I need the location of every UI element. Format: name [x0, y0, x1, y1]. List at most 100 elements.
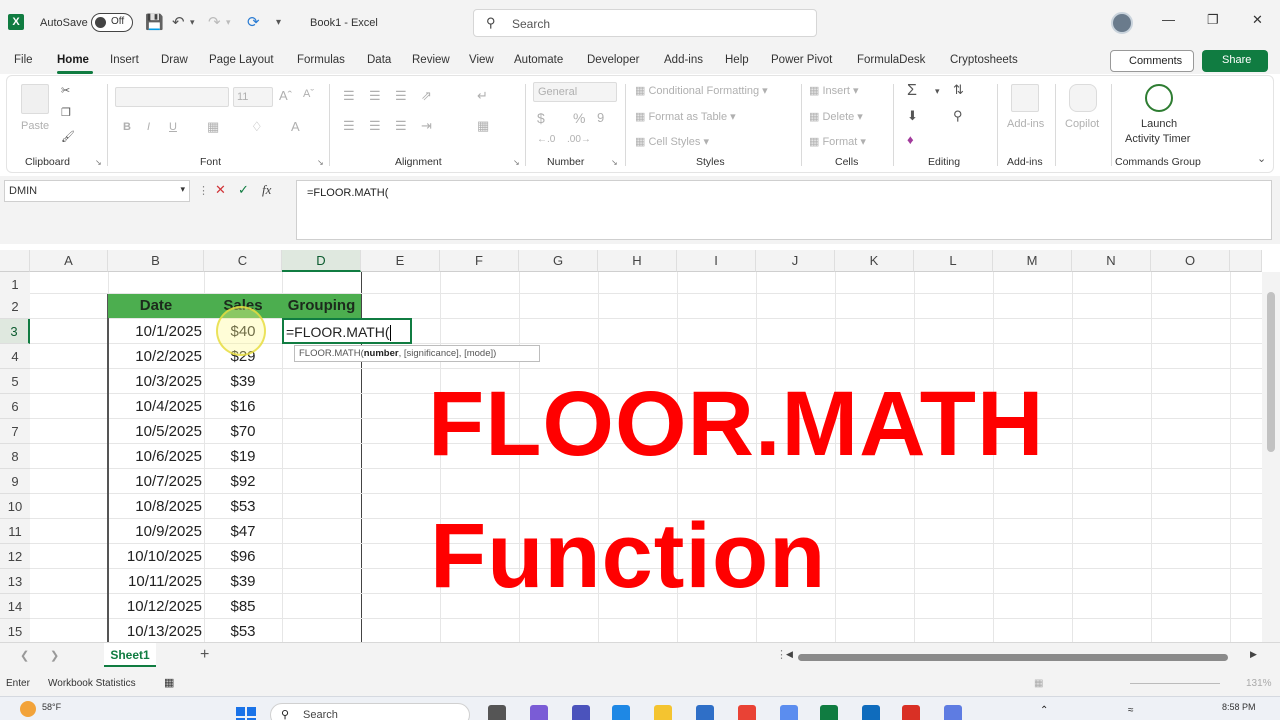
format-painter-icon[interactable]: 🖌 — [61, 130, 75, 143]
font-name-select[interactable] — [115, 87, 229, 107]
select-all-corner[interactable] — [0, 250, 30, 272]
sales-cell[interactable]: $70 — [204, 419, 282, 444]
photos-icon[interactable] — [780, 705, 798, 720]
vertical-scroll-thumb[interactable] — [1267, 292, 1275, 452]
italic-icon[interactable]: I — [147, 121, 150, 133]
tab-page-layout[interactable]: Page Layout — [209, 54, 274, 66]
row-header[interactable]: 5 — [0, 369, 30, 394]
tab-file[interactable]: File — [14, 54, 33, 66]
edge-icon[interactable] — [612, 705, 630, 720]
task-view-icon[interactable] — [488, 705, 506, 720]
align-bottom-icon[interactable]: ☰ — [395, 88, 407, 104]
tab-draw[interactable]: Draw — [161, 54, 188, 66]
column-header[interactable]: M — [993, 250, 1072, 272]
tab-formulas[interactable]: Formulas — [297, 54, 345, 66]
date-cell[interactable]: 10/6/2025 — [108, 444, 202, 469]
redo-dropdown-icon[interactable]: ▾ — [226, 17, 231, 28]
collapse-ribbon-icon[interactable]: ⌄ — [1257, 152, 1266, 165]
activity-timer-icon[interactable] — [1145, 84, 1173, 112]
tooltip-function-name[interactable]: FLOOR.MATH( — [299, 348, 364, 359]
row-header[interactable]: 8 — [0, 444, 30, 469]
column-header[interactable]: O — [1151, 250, 1230, 272]
tray-overflow-icon[interactable]: ⌃ — [1040, 705, 1048, 716]
scroll-tabs-right-icon[interactable]: ❯ — [50, 649, 59, 662]
autosave-toggle[interactable]: Off — [91, 13, 133, 32]
find-select-icon[interactable]: ⚲ — [953, 108, 963, 124]
increase-decimal-icon[interactable]: ←.0 — [537, 134, 555, 145]
date-cell[interactable]: 10/2/2025 — [108, 344, 202, 369]
decrease-font-icon[interactable]: Aˇ — [303, 88, 314, 100]
paste-icon[interactable] — [21, 84, 49, 114]
bold-icon[interactable]: B — [123, 121, 131, 133]
taskbar-search-box[interactable]: ⚲ Search — [270, 703, 470, 720]
align-middle-icon[interactable]: ☰ — [369, 88, 381, 104]
scroll-right-icon[interactable]: ▶ — [1250, 649, 1257, 660]
column-header[interactable]: F — [440, 250, 519, 272]
font-size-select[interactable]: 11 — [233, 87, 273, 107]
column-header[interactable]: N — [1072, 250, 1151, 272]
tab-automate[interactable]: Automate — [514, 54, 563, 66]
row-header[interactable]: 2 — [0, 294, 30, 319]
row-header[interactable]: 12 — [0, 544, 30, 569]
column-header[interactable]: I — [677, 250, 756, 272]
conditional-formatting-button[interactable]: ▦ Conditional Formatting ▾ — [635, 84, 768, 97]
insert-cells-button[interactable]: ▦ Insert ▾ — [809, 84, 859, 97]
tab-add-ins[interactable]: Add-ins — [664, 54, 703, 66]
format-cells-button[interactable]: ▦ Format ▾ — [809, 135, 866, 148]
column-header[interactable]: H — [598, 250, 677, 272]
row-header[interactable]: 14 — [0, 594, 30, 619]
opera-icon[interactable] — [902, 705, 920, 720]
date-cell[interactable]: 10/4/2025 — [108, 394, 202, 419]
name-box[interactable]: DMIN ▾ — [4, 180, 190, 202]
fill-icon[interactable]: ⬇ — [907, 108, 918, 124]
app-icon[interactable] — [944, 705, 962, 720]
table-header-date[interactable]: Date — [108, 294, 204, 318]
column-header[interactable]: J — [756, 250, 835, 272]
sales-cell[interactable]: $53 — [204, 619, 282, 642]
undo-dropdown-icon[interactable]: ▾ — [190, 17, 195, 28]
file-explorer-icon[interactable] — [654, 705, 672, 720]
zoom-slider[interactable] — [1130, 683, 1220, 684]
date-cell[interactable]: 10/11/2025 — [108, 569, 202, 594]
align-left-icon[interactable]: ☰ — [343, 118, 355, 134]
tab-data[interactable]: Data — [367, 54, 391, 66]
font-launcher-icon[interactable]: ↘ — [317, 158, 324, 167]
date-cell[interactable]: 10/8/2025 — [108, 494, 202, 519]
autosum-dropdown-icon[interactable]: ▾ — [935, 86, 940, 97]
scroll-left-icon[interactable]: ◀ — [786, 649, 793, 660]
copilot-icon[interactable] — [1069, 84, 1097, 112]
normal-view-icon[interactable]: ▦ — [1034, 678, 1043, 689]
borders-icon[interactable]: ▦ — [207, 119, 219, 135]
comma-icon[interactable]: 9 — [597, 110, 604, 125]
cut-icon[interactable]: ✂ — [61, 84, 70, 97]
horizontal-scroll-thumb[interactable] — [798, 654, 1228, 661]
search-input[interactable]: ⚲ Search — [473, 9, 817, 37]
cancel-entry-icon[interactable]: ✕ — [215, 182, 226, 198]
autosum-icon[interactable]: Σ — [907, 82, 917, 100]
sales-cell[interactable]: $85 — [204, 594, 282, 619]
add-ins-icon[interactable] — [1011, 84, 1039, 112]
function-tooltip[interactable]: FLOOR.MATH(number, [significance], [mode… — [294, 345, 540, 362]
alignment-launcher-icon[interactable]: ↘ — [513, 158, 520, 167]
percent-icon[interactable]: % — [573, 110, 585, 126]
tab-help[interactable]: Help — [725, 54, 749, 66]
workbook-statistics[interactable]: Workbook Statistics — [48, 678, 136, 689]
row-header[interactable]: 6 — [0, 394, 30, 419]
store-icon[interactable] — [696, 705, 714, 720]
windows-start-icon[interactable] — [236, 707, 256, 720]
tab-developer[interactable]: Developer — [587, 54, 639, 66]
tab-view[interactable]: View — [469, 54, 494, 66]
sales-cell[interactable]: $39 — [204, 569, 282, 594]
copy-icon[interactable]: ❐ — [61, 106, 71, 119]
confirm-entry-icon[interactable]: ✓ — [238, 182, 249, 198]
tab-home[interactable]: Home — [57, 54, 89, 66]
underline-icon[interactable]: U — [169, 121, 177, 133]
font-color-icon[interactable]: A — [291, 119, 300, 134]
date-cell[interactable]: 10/5/2025 — [108, 419, 202, 444]
date-cell[interactable]: 10/3/2025 — [108, 369, 202, 394]
sales-cell[interactable]: $53 — [204, 494, 282, 519]
sales-cell[interactable]: $39 — [204, 369, 282, 394]
date-cell[interactable]: 10/9/2025 — [108, 519, 202, 544]
undo-icon[interactable]: ↶ — [172, 13, 185, 31]
more-options-icon[interactable]: ⋮ — [198, 184, 209, 197]
